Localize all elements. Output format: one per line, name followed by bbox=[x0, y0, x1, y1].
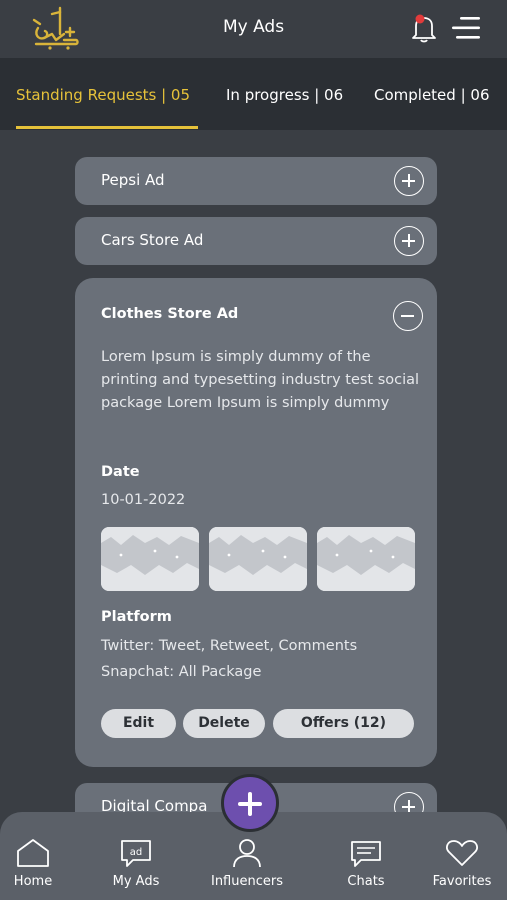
heart-icon bbox=[446, 840, 478, 866]
ad-card-clothes-store: Clothes Store Ad Lorem Ipsum is simply d… bbox=[75, 278, 437, 767]
nav-label-influencers: Influencers bbox=[210, 874, 283, 889]
date-label: Date bbox=[101, 464, 140, 480]
edit-button[interactable]: Edit bbox=[101, 709, 176, 738]
platform-label: Platform bbox=[101, 609, 172, 625]
collapse-minus-icon[interactable] bbox=[393, 301, 423, 331]
bell-icon[interactable] bbox=[410, 13, 438, 43]
nav-label-chats: Chats bbox=[347, 874, 385, 889]
nav-chats[interactable]: Chats bbox=[316, 812, 416, 900]
platform-line: Snapchat: All Package bbox=[101, 664, 262, 680]
date-value: 10-01-2022 bbox=[101, 492, 186, 508]
tab-standing-requests[interactable]: Standing Requests | 05 bbox=[16, 86, 190, 104]
user-icon bbox=[233, 839, 261, 868]
nav-favorites[interactable]: Favorites bbox=[412, 812, 507, 900]
svg-text:ad: ad bbox=[130, 847, 142, 858]
ad-card-pepsi[interactable]: Pepsi Ad bbox=[75, 157, 437, 205]
tab-completed[interactable]: Completed | 06 bbox=[374, 86, 490, 104]
nav-label-home: Home bbox=[13, 874, 53, 889]
image-placeholder-icon[interactable] bbox=[317, 527, 415, 591]
status-tabs: Standing Requests | 05 In progress | 06 … bbox=[0, 58, 507, 130]
offers-button[interactable]: Offers (12) bbox=[273, 709, 414, 738]
active-tab-indicator bbox=[16, 126, 198, 129]
notification-dot bbox=[415, 14, 425, 24]
ad-card-cars-store[interactable]: Cars Store Ad bbox=[75, 217, 437, 265]
nav-home[interactable]: Home bbox=[0, 812, 83, 900]
add-ad-button[interactable] bbox=[221, 774, 279, 832]
menu-icon[interactable] bbox=[450, 15, 482, 41]
expand-plus-icon[interactable] bbox=[394, 226, 424, 256]
expand-plus-icon[interactable] bbox=[394, 166, 424, 196]
delete-button[interactable]: Delete bbox=[183, 709, 265, 738]
ad-card-title: Clothes Store Ad bbox=[101, 306, 239, 322]
home-icon bbox=[17, 839, 49, 867]
ad-card-title: Pepsi Ad bbox=[101, 171, 165, 189]
nav-label-my-ads: My Ads bbox=[112, 874, 160, 889]
tab-in-progress[interactable]: In progress | 06 bbox=[226, 86, 343, 104]
image-placeholder-icon[interactable] bbox=[101, 527, 199, 591]
chat-icon bbox=[351, 841, 381, 867]
nav-my-ads[interactable]: ad My Ads bbox=[86, 812, 186, 900]
ad-card-title: Cars Store Ad bbox=[101, 231, 204, 249]
ad-icon: ad bbox=[121, 840, 151, 867]
ad-description: Lorem Ipsum is simply dummy of the print… bbox=[101, 349, 420, 411]
top-bar: My Ads bbox=[0, 0, 507, 58]
image-placeholder-icon[interactable] bbox=[209, 527, 307, 591]
platform-line: Twitter: Tweet, Retweet, Comments bbox=[101, 638, 358, 654]
nav-label-favorites: Favorites bbox=[432, 874, 492, 889]
